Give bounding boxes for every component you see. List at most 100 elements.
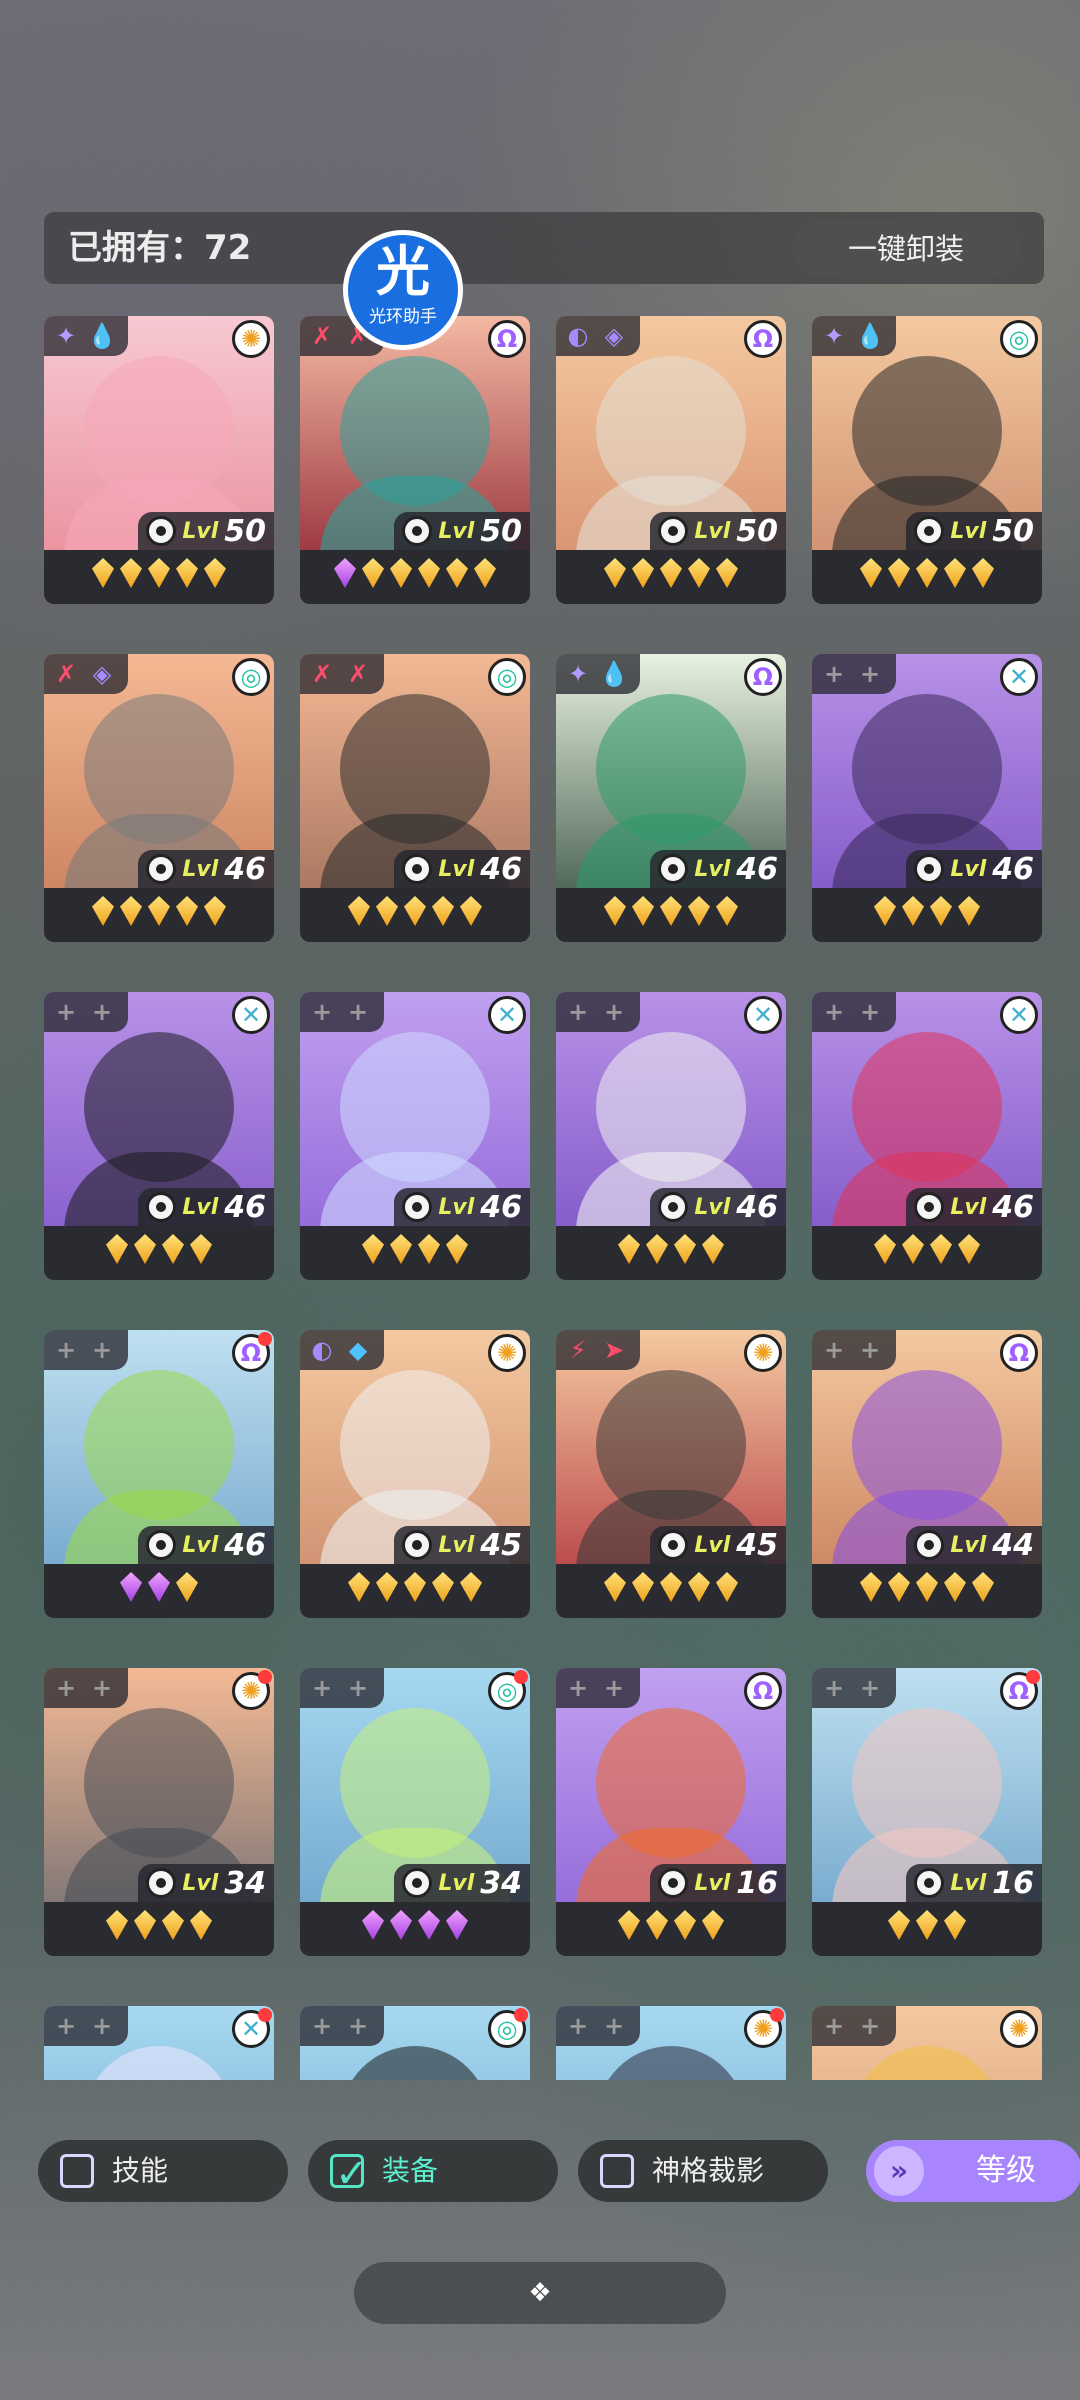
expand-more-button[interactable]: ❖ <box>354 2262 726 2324</box>
hero-card[interactable]: + + ✺ <box>812 2006 1042 2080</box>
empty-slot-plus-icon: + <box>55 998 77 1026</box>
faction-icons: + + <box>812 992 896 1032</box>
aperture-icon <box>146 854 177 884</box>
gold-gem-icon <box>972 1572 994 1602</box>
gold-gem-icon <box>888 558 910 588</box>
aperture-icon <box>402 1868 433 1898</box>
filter-equipment-checkbox[interactable]: 装备 <box>308 2140 558 2205</box>
gold-gem-icon <box>888 1910 910 1940</box>
star-rank <box>812 1910 1042 1950</box>
gold-gem-icon <box>944 1910 966 1940</box>
hero-card[interactable]: ⚡ ➤ ✺ Lvl 45 <box>556 1330 786 1618</box>
empty-slot-plus-icon: + <box>823 660 845 688</box>
star-rank <box>300 558 530 598</box>
filter-divinity-checkbox[interactable]: 神格裁影 <box>578 2140 828 2202</box>
faction-icon: ⚡ <box>569 1336 587 1364</box>
hero-card[interactable]: ✦ 💧 ◎ Lvl 50 <box>812 316 1042 604</box>
level-prefix: Lvl <box>950 518 987 544</box>
level-prefix: Lvl <box>182 1532 219 1558</box>
empty-slot-plus-icon: + <box>859 2012 881 2040</box>
assistant-floating-button[interactable]: 光 光环助手 <box>343 230 463 350</box>
empty-slot-plus-icon: + <box>311 998 333 1026</box>
star-rank <box>300 1572 530 1612</box>
level-row: Lvl 16 <box>650 1864 786 1902</box>
level-prefix: Lvl <box>438 1532 475 1558</box>
level-value: 46 <box>480 851 522 887</box>
hero-card[interactable]: ✗ ✗ ◎ Lvl 46 <box>300 654 530 942</box>
gold-gem-icon <box>362 558 384 588</box>
gold-gem-icon <box>860 1572 882 1602</box>
level-row: Lvl 46 <box>906 850 1042 888</box>
class-sun-icon: ✺ <box>1000 2010 1038 2048</box>
star-rank <box>556 1572 786 1612</box>
faction-icon: 💧 <box>855 322 885 350</box>
star-rank <box>44 558 274 598</box>
hero-card[interactable]: + + ✺ <box>556 2006 786 2080</box>
gold-gem-icon <box>660 896 682 926</box>
hero-card[interactable]: + + Ω Lvl 16 <box>812 1668 1042 1956</box>
gold-gem-icon <box>944 558 966 588</box>
notification-dot <box>258 2008 272 2022</box>
empty-slot-plus-icon: + <box>823 998 845 1026</box>
gold-gem-icon <box>958 1234 980 1264</box>
class-omega-icon: Ω <box>1000 1334 1038 1372</box>
star-rank <box>300 896 530 936</box>
hero-card[interactable]: + + Ω Lvl 46 <box>44 1330 274 1618</box>
level-prefix: Lvl <box>950 1870 987 1896</box>
gold-gem-icon <box>930 1234 952 1264</box>
assistant-label: 光环助手 <box>369 307 437 327</box>
gold-gem-icon <box>106 1234 128 1264</box>
class-sun-icon: ✺ <box>488 1334 526 1372</box>
hero-card[interactable]: + + ✕ Lvl 46 <box>300 992 530 1280</box>
purple-gem-icon <box>446 1910 468 1940</box>
hero-card[interactable]: ◐ ◈ Ω Lvl 50 <box>556 316 786 604</box>
level-value: 50 <box>480 513 522 549</box>
faction-icons: + + <box>300 2006 384 2046</box>
hero-card[interactable]: ✗ ✗ Ω Lvl 50 <box>300 316 530 604</box>
level-value: 46 <box>224 851 266 887</box>
hero-card[interactable]: + + ◎ Lvl 34 <box>300 1668 530 1956</box>
hero-card[interactable]: + + ✕ Lvl 46 <box>812 654 1042 942</box>
hero-grid-viewport[interactable]: ✦ 💧 ✺ Lvl 50 ✗ ✗ Ω Lvl 50 ◐ ◈ Ω Lvl 50 ✦ 💧 ◎ Lvl 50 ✗ ◈ ◎ Lvl 46… <box>0 312 1080 2080</box>
gold-gem-icon <box>716 1572 738 1602</box>
hero-card[interactable]: + + ✕ Lvl 46 <box>812 992 1042 1280</box>
aperture-icon <box>402 854 433 884</box>
empty-slot-plus-icon: + <box>859 660 881 688</box>
checkbox-icon <box>600 2154 634 2188</box>
gold-gem-icon <box>604 1572 626 1602</box>
level-value: 46 <box>736 851 778 887</box>
hero-card[interactable]: ✦ 💧 Ω Lvl 46 <box>556 654 786 942</box>
gold-gem-icon <box>148 558 170 588</box>
hero-card[interactable]: + + ✕ Lvl 46 <box>44 992 274 1280</box>
faction-icon: 💧 <box>599 660 629 688</box>
empty-slot-plus-icon: + <box>347 998 369 1026</box>
gold-gem-icon <box>902 896 924 926</box>
gold-gem-icon <box>162 1910 184 1940</box>
gold-gem-icon <box>674 1234 696 1264</box>
gold-gem-icon <box>162 1234 184 1264</box>
hero-card[interactable]: ◐ ◆ ✺ Lvl 45 <box>300 1330 530 1618</box>
faction-icons: ⚡ ➤ <box>556 1330 640 1370</box>
level-row: Lvl 50 <box>650 512 786 550</box>
gold-gem-icon <box>204 896 226 926</box>
empty-slot-plus-icon: + <box>347 2012 369 2040</box>
hero-card[interactable]: ✗ ◈ ◎ Lvl 46 <box>44 654 274 942</box>
hero-card[interactable]: + + Ω Lvl 16 <box>556 1668 786 1956</box>
faction-icon: ✦ <box>567 660 589 688</box>
hero-card[interactable]: + + ◎ <box>300 2006 530 2080</box>
sort-by-level-button[interactable]: » 等级 <box>866 2140 1080 2202</box>
empty-slot-plus-icon: + <box>859 1674 881 1702</box>
level-prefix: Lvl <box>950 1194 987 1220</box>
unequip-all-button[interactable]: 一键卸装 <box>792 220 1020 278</box>
faction-icons: ◐ ◈ <box>556 316 640 356</box>
gold-gem-icon <box>474 558 496 588</box>
faction-icon: ➤ <box>603 1336 625 1364</box>
gold-gem-icon <box>460 896 482 926</box>
filter-skill-checkbox[interactable]: 技能 <box>38 2140 288 2202</box>
hero-card[interactable]: + + ✕ Lvl 46 <box>556 992 786 1280</box>
level-prefix: Lvl <box>694 856 731 882</box>
hero-card[interactable]: ✦ 💧 ✺ Lvl 50 <box>44 316 274 604</box>
hero-card[interactable]: + + Ω Lvl 44 <box>812 1330 1042 1618</box>
hero-card[interactable]: + + ✕ <box>44 2006 274 2080</box>
hero-card[interactable]: + + ✺ Lvl 34 <box>44 1668 274 1956</box>
